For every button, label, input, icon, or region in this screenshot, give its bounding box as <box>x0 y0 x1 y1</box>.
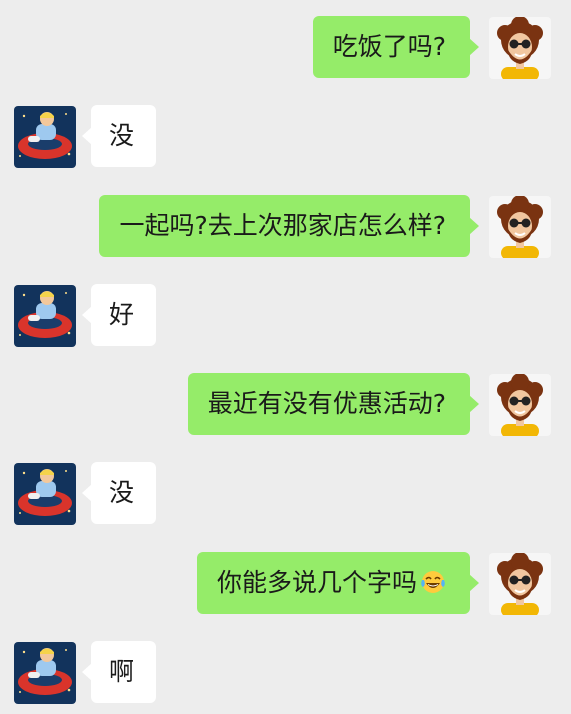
message-text: 最近有没有优惠活动? <box>207 389 446 418</box>
message-text: 好 <box>109 300 135 329</box>
friend-avatar[interactable] <box>14 642 76 704</box>
astronaut-avatar-icon <box>14 106 76 168</box>
message-text: 你能多说几个字吗 <box>216 568 417 597</box>
message-text: 没 <box>109 121 135 150</box>
my-avatar[interactable] <box>489 553 551 615</box>
friend-avatar[interactable] <box>14 285 76 347</box>
message-text: 吃饭了吗? <box>332 32 446 61</box>
message-bubble[interactable]: 吃饭了吗? <box>312 16 480 78</box>
message-row-outgoing: 吃饭了吗? <box>0 15 571 81</box>
message-row-incoming: 啊 <box>0 640 571 706</box>
message-bubble[interactable]: 好 <box>81 284 157 346</box>
message-bubble[interactable]: 啊 <box>81 641 157 703</box>
message-row-outgoing: 最近有没有优惠活动? <box>0 372 571 438</box>
afro-avatar-icon <box>489 17 551 79</box>
afro-avatar-icon <box>489 196 551 258</box>
message-row-incoming: 好 <box>0 283 571 349</box>
tears-of-joy-emoji-icon <box>420 569 446 595</box>
message-bubble[interactable]: 你能多说几个字吗 <box>196 552 480 614</box>
message-row-incoming: 没 <box>0 461 571 527</box>
afro-avatar-icon <box>489 553 551 615</box>
friend-avatar[interactable] <box>14 463 76 525</box>
message-row-outgoing: 一起吗?去上次那家店怎么样? <box>0 194 571 260</box>
my-avatar[interactable] <box>489 374 551 436</box>
message-bubble[interactable]: 没 <box>81 105 157 167</box>
my-avatar[interactable] <box>489 196 551 258</box>
chat-window: 吃饭了吗? 没 一起吗?去上次那家店怎么样? 好 最近有没有优惠活动? 没 你能… <box>0 0 571 714</box>
message-bubble[interactable]: 没 <box>81 462 157 524</box>
astronaut-avatar-icon <box>14 285 76 347</box>
afro-avatar-icon <box>489 374 551 436</box>
my-avatar[interactable] <box>489 17 551 79</box>
message-bubble[interactable]: 最近有没有优惠活动? <box>187 373 480 435</box>
message-text: 没 <box>109 478 135 507</box>
astronaut-avatar-icon <box>14 642 76 704</box>
message-row-incoming: 没 <box>0 104 571 170</box>
astronaut-avatar-icon <box>14 463 76 525</box>
friend-avatar[interactable] <box>14 106 76 168</box>
message-text: 啊 <box>109 657 135 686</box>
message-row-outgoing: 你能多说几个字吗 <box>0 551 571 617</box>
message-bubble[interactable]: 一起吗?去上次那家店怎么样? <box>99 195 479 257</box>
message-text: 一起吗?去上次那家店怎么样? <box>119 211 446 240</box>
